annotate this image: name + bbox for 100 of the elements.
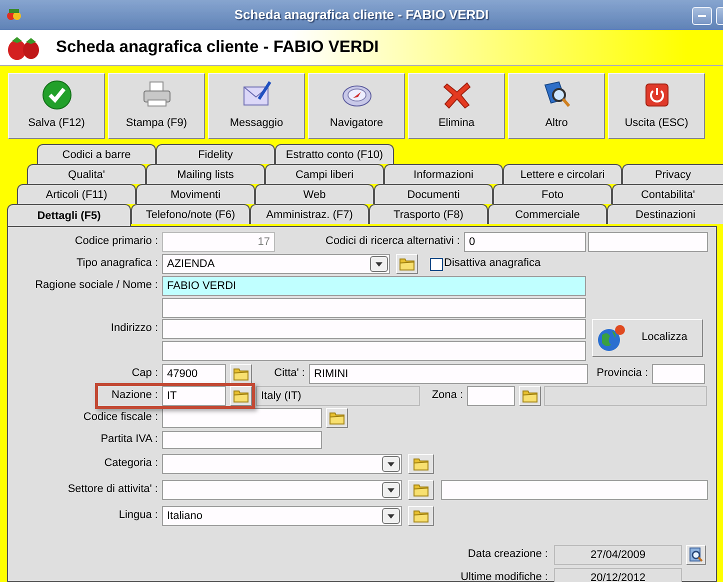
field-label: Settore di attivita' : <box>66 483 158 497</box>
field-label: Partita IVA : <box>100 433 158 447</box>
localizza-button[interactable]: Localizza <box>592 319 703 357</box>
tab[interactable]: Trasporto (F8) <box>369 204 488 224</box>
field-label: Indirizzo : <box>110 322 158 336</box>
tab[interactable]: Foto <box>493 184 612 204</box>
field-label: Ragione sociale / Nome : <box>34 279 158 293</box>
tab[interactable]: Telefono/note (F6) <box>131 204 250 224</box>
folder-icon <box>233 367 249 381</box>
tab[interactable]: Commerciale <box>488 204 607 224</box>
folder-button[interactable] <box>230 364 252 384</box>
checkbox[interactable] <box>430 258 443 270</box>
tab[interactable]: Movimenti <box>136 184 255 204</box>
field-label: Provincia : <box>596 367 648 381</box>
dropdown[interactable]: AZIENDA <box>162 254 390 274</box>
tab[interactable]: Amministraz. (F7) <box>250 204 369 224</box>
folder-icon <box>413 509 429 523</box>
toolbar-button[interactable]: Navigatore <box>308 73 405 139</box>
text-field[interactable] <box>162 408 322 428</box>
field-label: Data creazione : <box>468 548 548 562</box>
tab[interactable]: Codici a barre <box>37 144 156 164</box>
tab[interactable]: Documenti <box>374 184 493 204</box>
tab[interactable]: Articoli (F11) <box>17 184 136 204</box>
folder-icon <box>399 257 415 271</box>
tab[interactable]: Contabilita' <box>612 184 723 204</box>
text-field[interactable]: FABIO VERDI <box>162 276 586 296</box>
field-label: Codice fiscale : <box>82 411 158 425</box>
globe-icon <box>597 323 627 353</box>
tab[interactable]: Qualita' <box>27 164 146 184</box>
date-field: 20/12/2012 <box>554 568 682 582</box>
folder-button[interactable] <box>408 480 434 500</box>
dropdown[interactable]: Italiano <box>162 506 402 526</box>
tab[interactable]: Privacy <box>622 164 723 184</box>
strawberry-icon <box>6 34 42 60</box>
field-label: Codici di ricerca alternativi : <box>324 235 460 249</box>
caret-icon <box>382 508 400 524</box>
toolbar-button[interactable]: Uscita (ESC) <box>608 73 705 139</box>
check-icon <box>40 78 72 111</box>
text-field[interactable] <box>162 319 586 339</box>
folder-button[interactable] <box>519 386 541 406</box>
dropdown[interactable] <box>162 480 402 500</box>
field-label: Citta' : <box>273 367 305 381</box>
toolbar-button[interactable]: Stampa (F9) <box>108 73 205 139</box>
toolbar-button[interactable]: Elimina <box>408 73 505 139</box>
folder-button[interactable] <box>408 454 434 474</box>
minimize-icon <box>698 15 706 18</box>
caret-icon <box>382 482 400 498</box>
country-name-field: Italy (IT) <box>256 386 420 406</box>
field-label: Ultime modifiche : <box>460 571 548 582</box>
text-field[interactable] <box>162 298 586 318</box>
text-field[interactable] <box>467 386 515 406</box>
text-field[interactable] <box>441 480 708 500</box>
tab[interactable]: Informazioni <box>384 164 503 184</box>
toolbar-button[interactable]: Messaggio <box>208 73 305 139</box>
text-field[interactable]: 17 <box>162 232 275 252</box>
tab[interactable]: Destinazioni <box>607 204 723 224</box>
tab[interactable]: Lettere e circolari <box>503 164 622 184</box>
folder-button[interactable] <box>230 386 252 406</box>
magnifier-icon <box>688 547 704 563</box>
tab[interactable]: Campi liberi <box>265 164 384 184</box>
dropdown[interactable] <box>162 454 402 474</box>
tab[interactable]: Dettagli (F5) <box>7 204 131 226</box>
text-field[interactable] <box>162 431 322 449</box>
tab[interactable]: Estratto conto (F10) <box>275 144 394 164</box>
folder-icon <box>522 389 538 403</box>
tab[interactable]: Web <box>255 184 374 204</box>
checkbox-label: Disattiva anagrafica <box>444 257 541 271</box>
text-field[interactable]: 0 <box>464 232 586 252</box>
minimize-button[interactable] <box>692 7 712 25</box>
folder-icon <box>233 389 249 403</box>
text-field[interactable]: 47900 <box>162 364 226 384</box>
toolbar-button[interactable]: Salva (F12) <box>8 73 105 139</box>
folder-button[interactable] <box>396 254 418 274</box>
folder-icon <box>413 483 429 497</box>
text-field[interactable] <box>652 364 705 384</box>
window-title: Scheda anagrafica cliente - FABIO VERDI <box>234 7 489 23</box>
toolbar-button[interactable]: Altro <box>508 73 605 139</box>
tab[interactable]: Mailing lists <box>146 164 265 184</box>
field-label: Tipo anagrafica : <box>75 257 158 271</box>
field-label: Cap : <box>130 367 158 381</box>
field-label: Zona : <box>430 389 463 403</box>
text-field[interactable]: RIMINI <box>309 364 588 384</box>
history-button[interactable] <box>686 545 706 565</box>
caret-icon <box>370 256 388 272</box>
text-field[interactable] <box>162 341 586 361</box>
header-title: Scheda anagrafica cliente - FABIO VERDI <box>56 38 379 58</box>
app-icon <box>6 7 22 23</box>
field-label: Lingua : <box>118 509 158 523</box>
folder-button[interactable] <box>408 506 434 526</box>
date-field: 27/04/2009 <box>554 545 682 565</box>
field-label: Codice primario : <box>74 235 158 249</box>
text-field[interactable]: IT <box>162 386 226 406</box>
folder-button[interactable] <box>326 408 348 428</box>
folder-icon <box>413 457 429 471</box>
folder-icon <box>329 411 345 425</box>
field-label: Categoria : <box>103 457 158 471</box>
tab[interactable]: Fidelity <box>156 144 275 164</box>
field-label: Nazione : <box>110 389 158 403</box>
caret-icon <box>382 456 400 472</box>
text-field[interactable] <box>588 232 708 252</box>
